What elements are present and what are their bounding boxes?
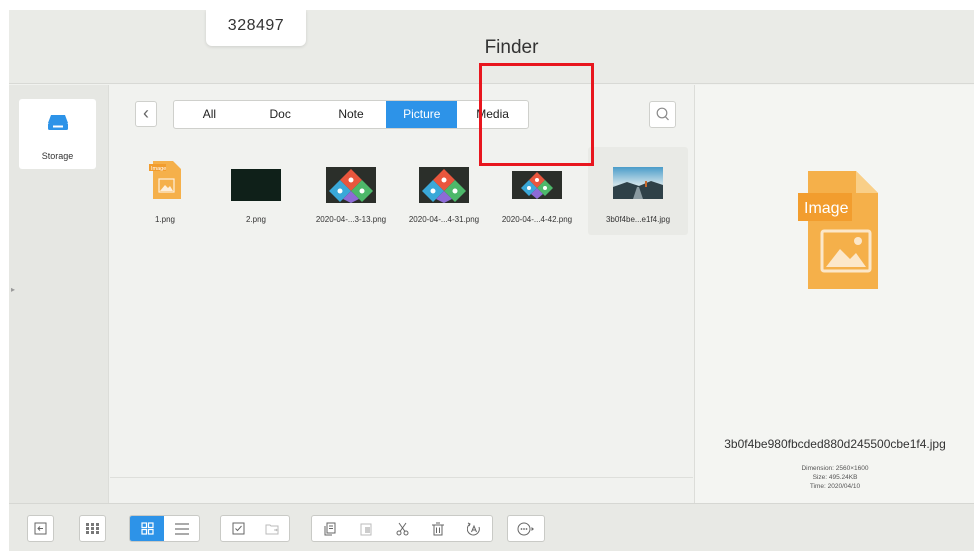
view-mode-group [129, 515, 200, 542]
select-button[interactable] [221, 516, 255, 541]
file-full-name: 3b0f4be980fbcded880d245500cbe1f4.jpg [724, 437, 946, 451]
multi-window-button[interactable] [79, 515, 106, 542]
file-name: 3b0f4be...e1f4.jpg [605, 215, 671, 224]
list-view-button[interactable] [164, 516, 199, 541]
sidebar: Storage ▸ [9, 85, 109, 503]
multi-grid-icon [86, 523, 99, 534]
select-icon [232, 522, 244, 535]
bottom-toolbar [9, 503, 974, 551]
file-time: Time: 2020/04/10 [809, 483, 861, 490]
grid-view-icon [140, 522, 154, 535]
file-item[interactable]: Image 1.png [120, 151, 210, 235]
edit-group [311, 515, 493, 542]
screenshot-thumbnail-icon [512, 171, 562, 199]
paste-icon [360, 523, 372, 535]
divider [110, 477, 693, 478]
rename-button[interactable] [456, 516, 492, 541]
storage-icon [48, 115, 68, 130]
file-dimension: Dimension: 2560×1600 [801, 465, 869, 472]
file-item-selected[interactable]: 3b0f4be...e1f4.jpg [588, 147, 688, 235]
exit-icon [34, 522, 47, 535]
copy-icon [324, 522, 336, 535]
delete-icon [432, 522, 444, 535]
detail-panel: Image 3b0f4be980fbcded880d245500cbe1f4.j… [694, 85, 974, 503]
more-button[interactable] [507, 515, 545, 542]
move-button[interactable] [255, 516, 289, 541]
tab-doc[interactable]: Doc [245, 101, 316, 128]
image-file-icon: Image [149, 161, 181, 199]
image-badge-text: Image [151, 166, 166, 172]
screenshot-thumbnail-icon [419, 167, 469, 203]
category-tabs: All Doc Note Picture Media [173, 100, 529, 129]
dark-thumbnail-icon [231, 169, 281, 201]
exit-button[interactable] [27, 515, 54, 542]
file-metadata: Dimension: 2560×1600 Size: 495.24KB Time… [695, 464, 974, 491]
file-name: 1.png [154, 215, 176, 224]
file-item[interactable]: 2.png [211, 151, 301, 235]
tab-note[interactable]: Note [316, 101, 387, 128]
file-item[interactable]: 2020-04-...3-13.png [306, 151, 396, 235]
back-button[interactable]: ‹ [135, 101, 157, 127]
copy-button[interactable] [312, 516, 348, 541]
move-to-folder-icon [265, 524, 279, 534]
file-browser: ‹ All Doc Note Picture Media Image 1.png [110, 85, 693, 503]
file-name: 2020-04-...4-31.png [408, 215, 480, 224]
storage-label: Storage [41, 151, 74, 161]
file-name: 2020-04-...3-13.png [315, 215, 387, 224]
screenshot-thumbnail-icon [326, 167, 376, 203]
more-icon [517, 522, 534, 535]
rename-icon [467, 522, 480, 535]
file-item[interactable]: 2020-04-...4-31.png [399, 151, 489, 235]
landscape-thumbnail-icon [613, 167, 663, 199]
finder-window: 328497 Finder Storage ▸ ‹ All Doc Note P… [9, 10, 974, 551]
selection-highlight [479, 63, 594, 166]
tab-picture[interactable]: Picture [386, 101, 458, 128]
cut-button[interactable] [384, 516, 420, 541]
tab-all[interactable]: All [174, 101, 245, 128]
image-file-icon: Image [798, 171, 878, 289]
search-button[interactable] [649, 101, 676, 128]
file-name: 2020-04-...4-42.png [501, 215, 573, 224]
select-group [220, 515, 290, 542]
grid-view-button[interactable] [130, 516, 164, 541]
list-view-icon [174, 522, 189, 535]
paste-button[interactable] [348, 516, 384, 541]
delete-button[interactable] [420, 516, 456, 541]
page-title: Finder [484, 37, 539, 58]
file-name: 2.png [245, 215, 267, 224]
image-badge-text: Image [804, 200, 849, 217]
cut-icon [396, 522, 408, 535]
expand-arrow-icon[interactable]: ▸ [11, 283, 21, 297]
search-icon [656, 107, 669, 121]
sidebar-item-storage[interactable]: Storage [19, 99, 96, 169]
file-size: Size: 495.24KB [812, 474, 858, 481]
